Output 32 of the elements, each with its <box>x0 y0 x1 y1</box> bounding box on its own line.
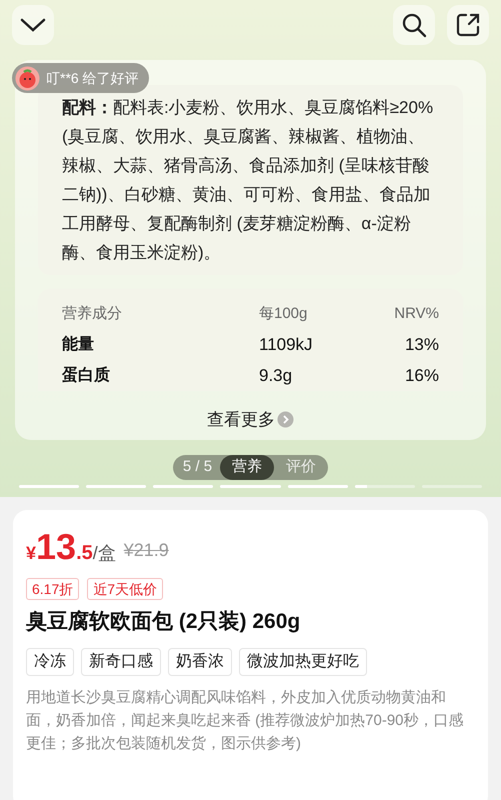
table-cell-text: 能量 <box>62 334 95 355</box>
page-counter: 5 / 5 <box>182 457 212 478</box>
feature-tag: 微波加热更好吃 <box>239 648 367 676</box>
share-button[interactable] <box>447 5 489 45</box>
table-cell-text: 9.3g <box>259 365 294 387</box>
promo-tag: 近7天低价 <box>87 578 164 600</box>
collapse-button[interactable] <box>12 5 54 45</box>
review-badge-text: 叮**6 给了好评 <box>46 68 139 88</box>
feature-tag: 奶香浓 <box>168 648 232 676</box>
column-header: 营养成分 <box>62 304 123 324</box>
column-header: NRV% <box>393 304 439 324</box>
pager-tab[interactable]: 营养 <box>220 455 274 480</box>
ingredients-text: 配料：配料表:小麦粉、饮用水、臭豆腐馅料≥20% (臭豆腐、饮用水、臭豆腐酱、辣椒酱、植物油、辣椒、大蒜、猪骨高汤、食品添加剂 (呈味核苷酸二钠))、白砂糖、黄油、可可粉、食用盐、食品加工用酵母、复配酶制剂 (麦芽糖淀粉酶、α-淀粉酶、食用玉米淀粉)。 <box>62 97 434 264</box>
promo-tag: 6.17折 <box>26 578 80 600</box>
product-description: 用地道长沙臭豆腐精心调配风味馅料，外皮加入优质动物黄油和面，奶香加倍，闻起来臭吃起来香 (推荐微波炉加热70-90秒，口感更佳；多批次包装随机发货，图示供参考) <box>26 688 465 754</box>
table-cell-text: 1109kJ <box>259 334 314 356</box>
feature-tag: 新奇口感 <box>81 648 161 676</box>
see-more-link[interactable]: 查看更多 <box>207 407 294 432</box>
product-title: 臭豆腐软欧面包 (2只装) 260g <box>26 608 302 635</box>
table-cell-text: 13% <box>404 334 439 356</box>
table-cell-text: 蛋白质 <box>62 365 111 386</box>
chevron-right-icon <box>277 411 294 428</box>
search-button[interactable] <box>393 5 435 45</box>
search-icon <box>401 12 427 38</box>
table-cell-text: 16% <box>404 365 439 387</box>
original-price: ¥21.9 <box>124 539 169 562</box>
price: ¥13.5/盒 <box>26 528 116 568</box>
share-icon <box>455 12 481 38</box>
column-header: 每100g <box>259 304 308 324</box>
chevron-down-icon <box>20 17 46 33</box>
feature-tag: 冷冻 <box>26 648 74 676</box>
avatar-icon <box>15 66 40 90</box>
